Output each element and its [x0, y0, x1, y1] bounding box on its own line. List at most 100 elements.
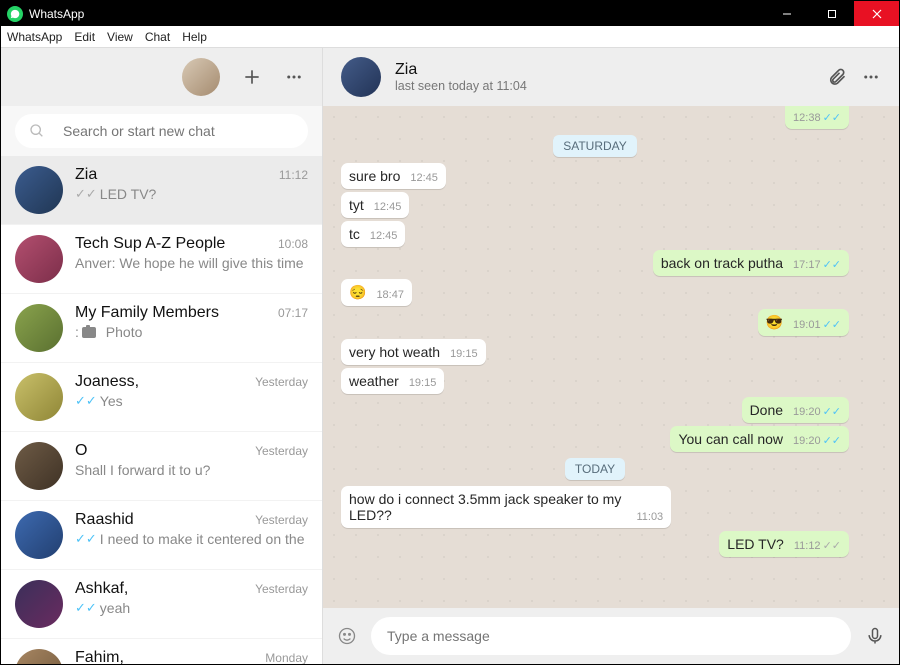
message-time: 17:17 — [793, 259, 821, 271]
message-row: tc 12:45 — [341, 221, 849, 247]
chat-avatar — [15, 511, 63, 559]
chat-preview: ✓✓Yes — [75, 393, 308, 409]
message-bubble-incoming[interactable]: very hot weath 19:15 — [341, 339, 486, 365]
camera-icon — [82, 327, 96, 338]
search-input[interactable] — [63, 123, 294, 139]
chat-time: Monday — [265, 651, 308, 664]
message-row: LED TV?11:12✓✓ — [341, 531, 849, 557]
menu-item[interactable]: Edit — [74, 30, 95, 44]
message-input[interactable] — [371, 617, 851, 655]
new-chat-button[interactable] — [242, 67, 262, 87]
conversation-name: Zia — [395, 61, 813, 79]
chat-time: 10:08 — [278, 237, 308, 251]
whatsapp-logo-icon — [7, 6, 23, 22]
messages-pane[interactable]: 12:38✓✓ SATURDAY sure bro12:45 tyt12:45 tc 12… — [323, 106, 899, 608]
day-badge: SATURDAY — [553, 135, 637, 157]
message-text: LED TV? — [727, 536, 786, 552]
window-minimize-button[interactable] — [764, 1, 809, 26]
chat-preview: : Photo — [75, 324, 308, 340]
message-row: 😔 18:47 — [341, 279, 849, 306]
chat-list-item[interactable]: Fahim,Mondaythanx — [1, 639, 322, 664]
message-row: very hot weath 19:15 — [341, 339, 849, 365]
chat-list[interactable]: Zia11:12✓✓LED TV? Tech Sup A-Z People 10:0… — [1, 156, 322, 664]
sidebar-menu-button[interactable] — [284, 67, 304, 87]
chat-preview: Shall I forward it to u? — [75, 462, 308, 478]
chat-preview: Anver: We hope he will give this time — [75, 255, 308, 271]
search-box[interactable] — [15, 114, 308, 148]
message-bubble-outgoing[interactable]: 😎19:01✓✓ — [758, 309, 849, 336]
chat-name: Zia — [75, 166, 97, 184]
message-bubble-incoming[interactable]: 😔 18:47 — [341, 279, 412, 306]
menu-item[interactable]: WhatsApp — [7, 30, 62, 44]
day-separator: SATURDAY — [341, 135, 849, 157]
voice-button[interactable] — [865, 626, 885, 646]
message-bubble-outgoing[interactable]: back on track putha17:17✓✓ — [653, 250, 849, 276]
message-time: 18:47 — [376, 289, 404, 301]
chat-name: Fahim, — [75, 649, 124, 664]
message-text: tc — [349, 226, 362, 242]
message-bubble-outgoing[interactable]: 12:38✓✓ — [785, 106, 849, 129]
message-row: sure bro12:45 — [341, 163, 849, 189]
message-row: 12:38✓✓ — [341, 106, 849, 129]
chat-name: Tech Sup A-Z People — [75, 235, 225, 253]
message-time: 19:20 — [793, 435, 821, 447]
message-bubble-outgoing[interactable]: LED TV?11:12✓✓ — [719, 531, 849, 557]
message-bubble-incoming[interactable]: weather19:15 — [341, 368, 444, 394]
read-receipt-icon: ✓✓ — [75, 600, 97, 616]
message-bubble-incoming[interactable]: tyt12:45 — [341, 192, 409, 218]
attach-button[interactable] — [827, 67, 847, 87]
message-bubble-outgoing[interactable]: Done19:20✓✓ — [742, 397, 849, 423]
message-bubble-incoming[interactable]: how do i connect 3.5mm jack speaker to m… — [341, 486, 671, 528]
conversation-status: last seen today at 11:04 — [395, 79, 813, 93]
message-text: how do i connect 3.5mm jack speaker to m… — [349, 491, 628, 523]
chat-list-item[interactable]: RaashidYesterday✓✓I need to make it cent… — [1, 501, 322, 570]
message-text: sure bro — [349, 168, 402, 184]
message-bubble-incoming[interactable]: tc 12:45 — [341, 221, 405, 247]
chat-name: O — [75, 442, 87, 460]
chat-avatar — [15, 649, 63, 664]
read-receipt-icon: ✓✓ — [823, 539, 841, 552]
menu-item[interactable]: Help — [182, 30, 207, 44]
chat-list-item[interactable]: My Family Members07:17: Photo — [1, 294, 322, 363]
message-text: back on track putha — [661, 255, 785, 271]
chat-avatar — [15, 373, 63, 421]
conversation-avatar[interactable] — [341, 57, 381, 97]
message-time: 12:45 — [370, 230, 398, 242]
window-maximize-button[interactable] — [809, 1, 854, 26]
conversation-info[interactable]: Zia last seen today at 11:04 — [395, 61, 813, 93]
read-receipt-icon: ✓✓ — [823, 405, 841, 418]
message-text: 😎 — [766, 314, 785, 331]
menu-item[interactable]: Chat — [145, 30, 170, 44]
chat-preview: ✓✓I need to make it centered on the w… — [75, 531, 308, 547]
chat-list-item[interactable]: Zia11:12✓✓LED TV? — [1, 156, 322, 225]
menu-item[interactable]: View — [107, 30, 133, 44]
chat-panel: Zia last seen today at 11:04 12:38✓✓ SATU… — [323, 48, 899, 664]
chat-name: Joaness, — [75, 373, 139, 391]
chat-time: 07:17 — [278, 306, 308, 320]
chat-list-item[interactable]: Tech Sup A-Z People 10:08 Anver: We hope h… — [1, 225, 322, 294]
day-badge: TODAY — [565, 458, 625, 480]
message-text: very hot weath — [349, 344, 442, 360]
chat-avatar — [15, 442, 63, 490]
sidebar: Zia11:12✓✓LED TV? Tech Sup A-Z People 10:0… — [1, 48, 323, 664]
message-row: weather19:15 — [341, 368, 849, 394]
chat-time: Yesterday — [255, 375, 308, 389]
my-avatar[interactable] — [182, 58, 220, 96]
message-text: Done — [750, 402, 785, 418]
chat-time: Yesterday — [255, 513, 308, 527]
app-window: WhatsApp WhatsApp Edit View Chat Help — [0, 0, 900, 665]
chat-list-item[interactable]: OYesterdayShall I forward it to u? — [1, 432, 322, 501]
message-row: how do i connect 3.5mm jack speaker to m… — [341, 486, 849, 528]
message-bubble-incoming[interactable]: sure bro12:45 — [341, 163, 446, 189]
message-bubble-outgoing[interactable]: You can call now19:20✓✓ — [670, 426, 849, 452]
chat-menu-button[interactable] — [861, 67, 881, 87]
chat-list-item[interactable]: Ashkaf,Yesterday✓✓yeah — [1, 570, 322, 639]
window-close-button[interactable] — [854, 1, 899, 26]
emoji-button[interactable] — [337, 626, 357, 646]
chat-list-item[interactable]: Joaness, Yesterday ✓✓Yes — [1, 363, 322, 432]
message-row: 😎19:01✓✓ — [341, 309, 849, 336]
read-receipt-icon: ✓✓ — [75, 393, 97, 409]
read-receipt-icon: ✓✓ — [75, 186, 97, 202]
message-text: 😔 — [349, 284, 368, 301]
message-time: 19:15 — [450, 348, 478, 360]
